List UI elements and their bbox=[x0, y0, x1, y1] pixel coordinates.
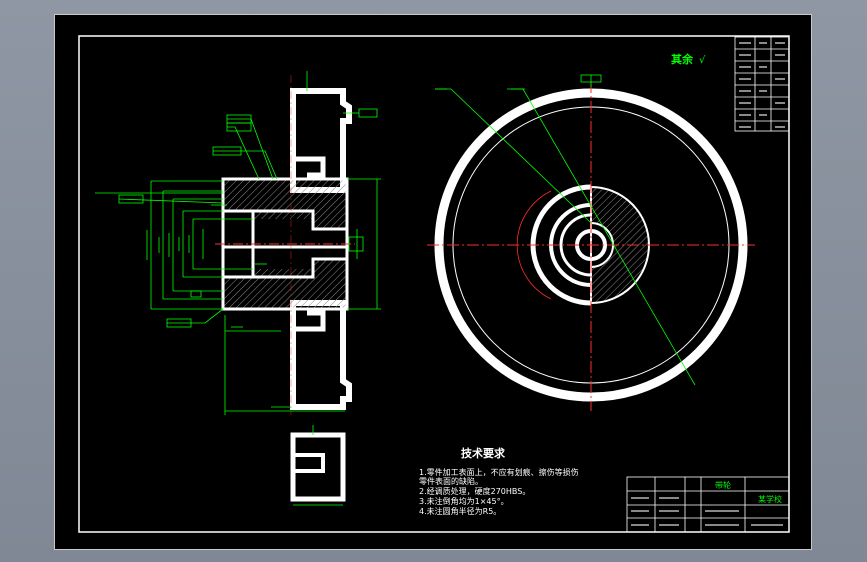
front-view bbox=[427, 74, 755, 411]
cad-viewport[interactable]: 其余 √ 技术要求 1.零件加工表面上，不应有划痕、擦伤等损伤 零件表面的缺陷。… bbox=[54, 14, 812, 550]
tech-req-item: 3.未注倒角均为1×45°。 bbox=[419, 496, 509, 506]
groove-bottom bbox=[293, 310, 326, 332]
section-view bbox=[95, 71, 381, 415]
title-block bbox=[626, 476, 790, 533]
roughness-symbol: √ bbox=[699, 55, 706, 66]
title-block-part-name: 带轮 bbox=[715, 480, 731, 490]
title-block-company: 某学校 bbox=[758, 494, 782, 504]
roughness-note: 其余 bbox=[671, 52, 694, 66]
technical-requirements: 技术要求 1.零件加工表面上，不应有划痕、擦伤等损伤 零件表面的缺陷。 2.经调… bbox=[419, 446, 579, 516]
hub-hatched-half bbox=[590, 185, 650, 305]
parts-table bbox=[734, 36, 790, 132]
tech-req-title: 技术要求 bbox=[461, 446, 506, 460]
tech-req-item: 1.零件加工表面上，不应有划痕、擦伤等损伤 bbox=[419, 467, 579, 477]
groove-top bbox=[293, 156, 326, 178]
tech-req-item: 零件表面的缺陷。 bbox=[419, 476, 483, 486]
drawing-frame bbox=[78, 35, 790, 533]
rim-detail-view bbox=[290, 425, 346, 506]
tech-req-item: 4.未注圆角半径为R5。 bbox=[419, 506, 501, 516]
tech-req-item: 2.经调质处理，硬度270HBS。 bbox=[419, 486, 530, 496]
